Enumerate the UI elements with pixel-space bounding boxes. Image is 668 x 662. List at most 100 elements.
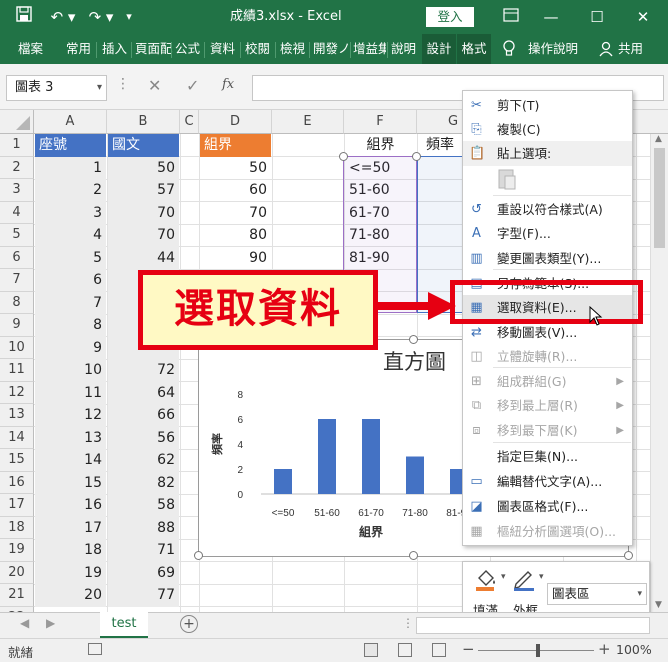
source-range-handle[interactable] <box>412 152 421 161</box>
cell-seat-no[interactable]: 7 <box>35 291 106 314</box>
zoom-level[interactable]: 100% <box>616 642 652 657</box>
row-header[interactable]: 15 <box>0 449 34 472</box>
row-header[interactable]: 16 <box>0 471 34 494</box>
chart-element-dropdown-icon[interactable]: ▾ <box>637 584 642 604</box>
column-header-f[interactable]: F <box>344 110 417 134</box>
next-sheet-icon[interactable]: ▶ <box>46 616 55 630</box>
paste-option-icon[interactable] <box>497 167 517 191</box>
column-header-c[interactable]: C <box>180 110 199 134</box>
context-menu-item[interactable]: ▥ 變更圖表類型(Y)... <box>463 246 632 271</box>
cell-seat-no[interactable]: 10 <box>35 359 106 382</box>
cell-chinese-score[interactable]: 58 <box>108 494 179 517</box>
context-menu-item[interactable]: ⊞ 組成群組(G) ▶ <box>463 369 632 394</box>
tab-design[interactable]: 設計 <box>422 34 456 64</box>
column-header-d[interactable]: D <box>199 110 272 134</box>
cell-chinese-score[interactable]: 70 <box>108 224 179 247</box>
sign-in-button[interactable]: 登入 <box>426 7 474 27</box>
zoom-slider-thumb[interactable] <box>536 644 540 657</box>
row-header[interactable]: 18 <box>0 516 34 539</box>
tab-page-layout[interactable]: 頁面配 <box>135 34 173 64</box>
name-box-dropdown-icon[interactable]: ▾ <box>97 76 102 100</box>
outline-dropdown-icon[interactable]: ▾ <box>539 572 544 582</box>
page-layout-view-icon[interactable] <box>398 643 412 657</box>
close-icon[interactable]: ✕ <box>628 0 658 34</box>
cell-seat-no[interactable]: 4 <box>35 224 106 247</box>
row-header[interactable]: 7 <box>0 269 34 292</box>
row-header[interactable]: 20 <box>0 561 34 584</box>
cell-chinese-score[interactable]: 77 <box>108 584 179 607</box>
context-menu-item[interactable]: ✂ 剪下(T) <box>463 93 632 118</box>
row-header[interactable]: 1 <box>0 134 34 157</box>
outline-icon[interactable] <box>511 566 537 592</box>
zoom-out-icon[interactable]: − <box>462 640 475 658</box>
row-header[interactable]: 17 <box>0 494 34 517</box>
add-sheet-icon[interactable]: + <box>180 615 198 633</box>
prev-sheet-icon[interactable]: ◀ <box>20 616 29 630</box>
tab-formulas[interactable]: 公式 <box>175 34 200 64</box>
column-header-b[interactable]: B <box>107 110 180 134</box>
header-bin-labels[interactable]: 組界 <box>345 134 416 157</box>
customize-qat-icon[interactable]: ▾ <box>122 0 136 34</box>
cell-seat-no[interactable]: 5 <box>35 246 106 269</box>
tab-help[interactable]: 說明 <box>391 34 416 64</box>
row-header[interactable]: 5 <box>0 224 34 247</box>
header-frequency[interactable]: 頻率 <box>418 134 462 157</box>
chart-element-select[interactable]: 圖表區 ▾ <box>547 583 647 605</box>
page-break-view-icon[interactable] <box>432 643 446 657</box>
cell-chinese-score[interactable]: 82 <box>108 471 179 494</box>
row-header[interactable]: 19 <box>0 539 34 562</box>
zoom-in-icon[interactable]: + <box>598 640 611 658</box>
cell-seat-no[interactable]: 2 <box>35 179 106 202</box>
row-header[interactable]: 4 <box>0 201 34 224</box>
fill-dropdown-icon[interactable]: ▾ <box>501 572 506 582</box>
cell-seat-no[interactable]: 9 <box>35 336 106 359</box>
row-header[interactable]: 8 <box>0 291 34 314</box>
cell-bin-value[interactable]: 70 <box>200 202 271 225</box>
cell-seat-no[interactable]: 17 <box>35 516 106 539</box>
macro-record-icon[interactable] <box>88 643 102 655</box>
cell-seat-no[interactable]: 14 <box>35 449 106 472</box>
context-menu-item[interactable]: ▦ 樞紐分析圖選項(O)... <box>463 519 632 544</box>
row-header[interactable]: 9 <box>0 314 34 337</box>
scroll-thumb[interactable] <box>654 148 665 248</box>
cell-seat-no[interactable]: 13 <box>35 426 106 449</box>
cell-chinese-score[interactable]: 56 <box>108 426 179 449</box>
context-menu-item[interactable]: ▭ 編輯替代文字(A)... <box>463 469 632 494</box>
fill-icon[interactable] <box>473 566 499 592</box>
row-header[interactable]: 2 <box>0 156 34 179</box>
cell-bin-value[interactable]: 80 <box>200 224 271 247</box>
name-box[interactable]: 圖表 3 ▾ <box>6 75 107 101</box>
cancel-entry-icon[interactable]: ✕ <box>148 76 161 95</box>
context-menu-item[interactable]: ↺ 重設以符合樣式(A) <box>463 197 632 222</box>
cell-chinese-score[interactable]: 70 <box>108 201 179 224</box>
cell-chinese-score[interactable]: 44 <box>108 246 179 269</box>
cell-seat-no[interactable]: 6 <box>35 269 106 292</box>
undo-icon[interactable]: ↶ ▾ <box>48 0 78 34</box>
minimize-icon[interactable]: — <box>536 0 566 34</box>
insert-function-icon[interactable]: fx <box>222 77 234 92</box>
tab-format[interactable]: 格式 <box>457 34 491 64</box>
select-all-corner[interactable] <box>0 110 34 134</box>
tab-addins[interactable]: 增益集 <box>353 34 386 64</box>
cell-seat-no[interactable]: 18 <box>35 539 106 562</box>
cell-chinese-score[interactable]: 69 <box>108 561 179 584</box>
tab-data[interactable]: 資料 <box>210 34 235 64</box>
tab-view[interactable]: 檢視 <box>280 34 305 64</box>
source-range-handle[interactable] <box>339 152 348 161</box>
cell-seat-no[interactable]: 1 <box>35 156 106 179</box>
cell-seat-no[interactable]: 12 <box>35 404 106 427</box>
sheet-tab-test[interactable]: test <box>100 612 148 638</box>
scroll-up-icon[interactable]: ▲ <box>655 134 662 144</box>
chart-resize-handle[interactable] <box>409 335 418 344</box>
maximize-icon[interactable]: ☐ <box>582 0 612 34</box>
cell-chinese-score[interactable]: 72 <box>108 359 179 382</box>
context-menu-item[interactable]: 指定巨集(N)... <box>463 444 632 469</box>
row-header[interactable]: 11 <box>0 359 34 382</box>
context-menu-item[interactable]: ◪ 圖表區格式(F)... <box>463 494 632 519</box>
row-header[interactable]: 13 <box>0 404 34 427</box>
tab-home[interactable]: 常用 <box>66 34 91 64</box>
row-header[interactable]: 3 <box>0 179 34 202</box>
cell-chinese-score[interactable]: 71 <box>108 539 179 562</box>
ribbon-display-icon[interactable] <box>496 0 526 34</box>
row-header[interactable]: 12 <box>0 381 34 404</box>
